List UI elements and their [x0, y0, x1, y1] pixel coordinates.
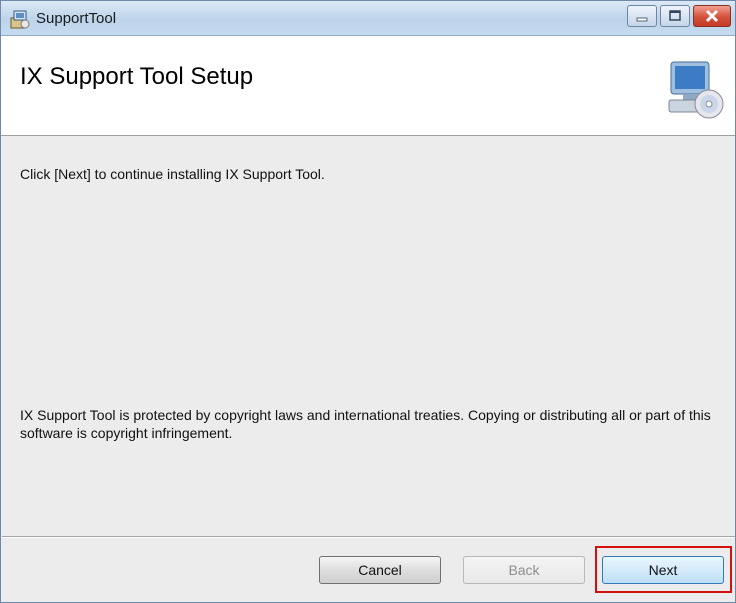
window-title: SupportTool: [36, 10, 117, 27]
close-button[interactable]: [693, 5, 731, 27]
computer-disc-icon: [668, 61, 724, 119]
minimize-icon: [636, 17, 648, 22]
setup-header: IX Support Tool Setup: [1, 36, 735, 136]
next-highlight-box: [595, 546, 732, 593]
installer-icon: [10, 10, 30, 29]
title-bar[interactable]: SupportTool: [1, 1, 735, 36]
back-button[interactable]: Back: [463, 556, 585, 584]
maximize-icon: [669, 10, 681, 21]
page-title: IX Support Tool Setup: [20, 63, 254, 90]
close-icon: [705, 9, 719, 23]
copyright-notice: IX Support Tool is protected by copyrigh…: [20, 407, 711, 441]
instruction-text: Click [Next] to continue installing IX S…: [20, 166, 325, 182]
cancel-button[interactable]: Cancel: [319, 556, 441, 584]
setup-window: SupportTool IX Support Tool Setup Click …: [0, 0, 736, 603]
maximize-button[interactable]: [660, 5, 690, 27]
footer-divider: [2, 536, 735, 538]
minimize-button[interactable]: [627, 5, 657, 27]
